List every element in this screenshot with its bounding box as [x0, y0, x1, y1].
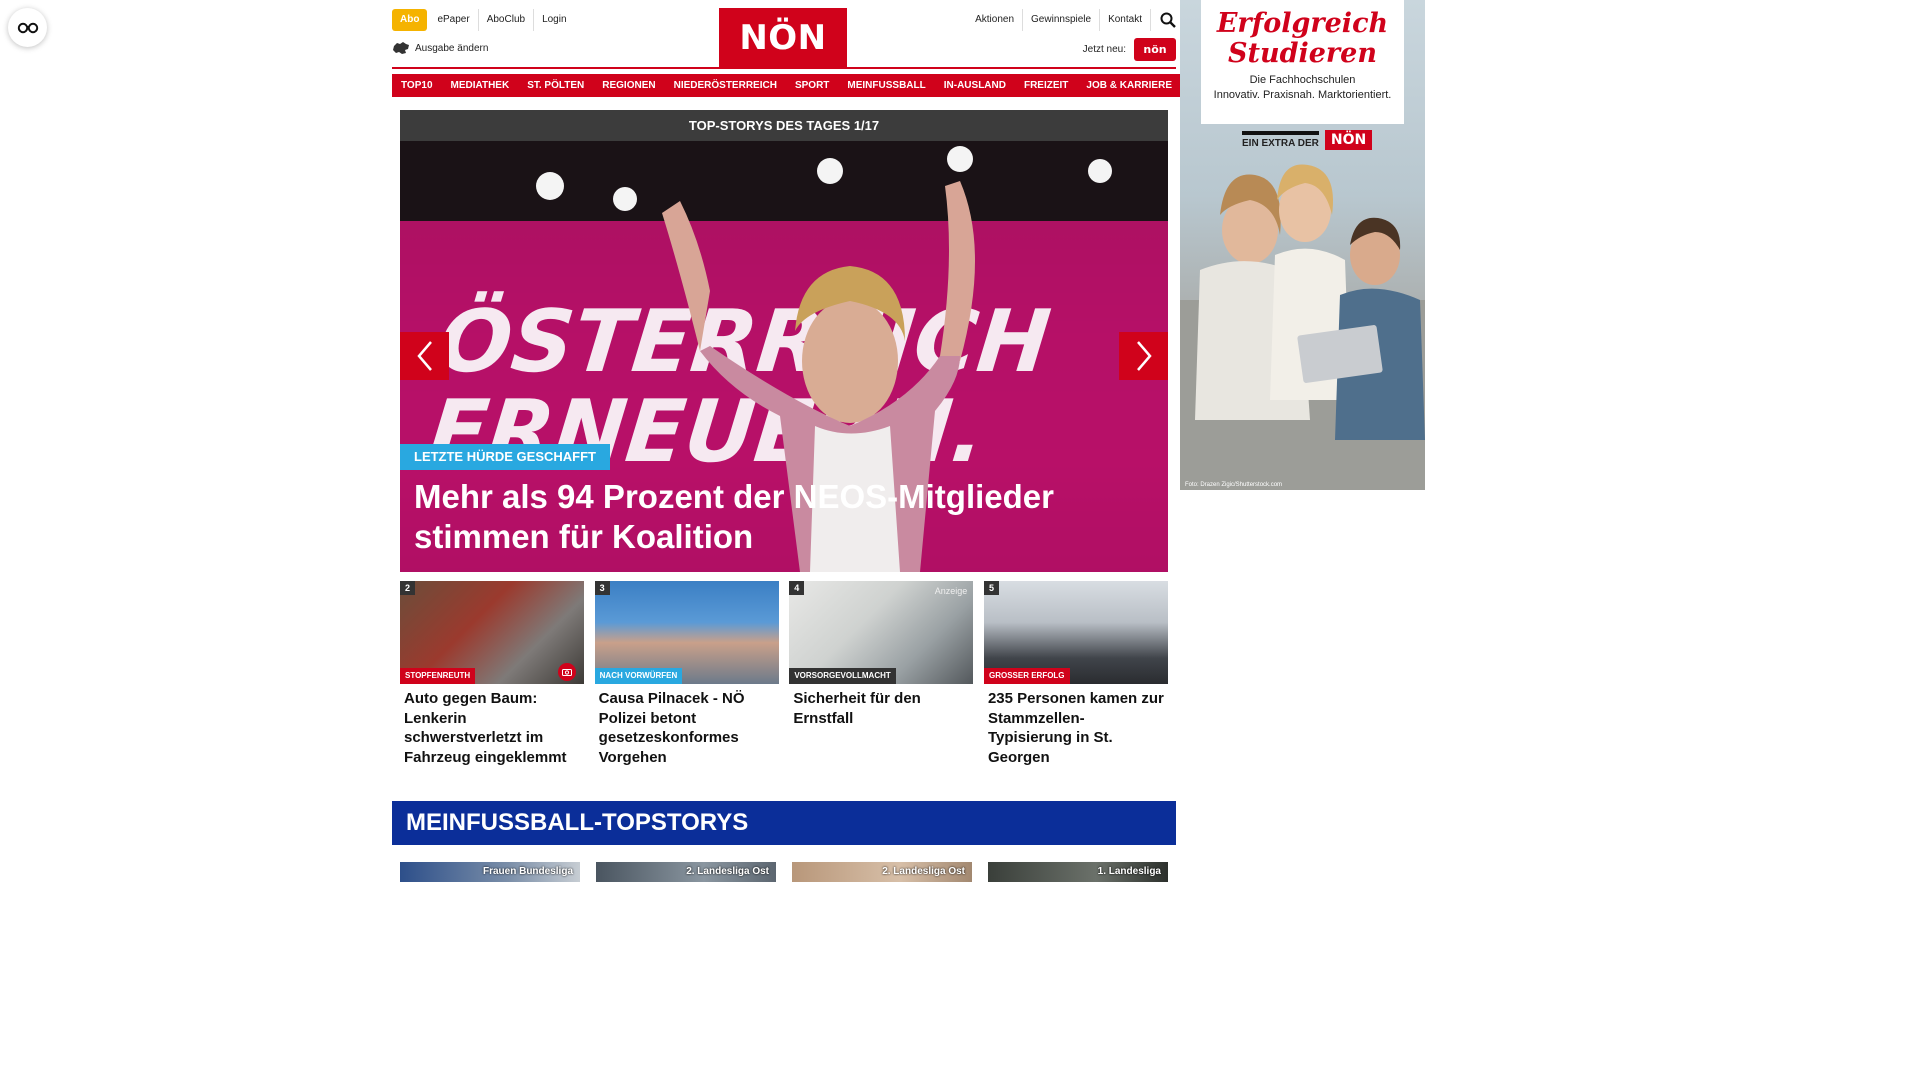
story-number: 5 [983, 581, 999, 595]
story-title[interactable]: Sicherheit für den Ernstfall [789, 684, 973, 728]
nav-item-niederoesterreich[interactable]: NIEDERÖSTERREICH [664, 74, 786, 97]
story-tag: GROSSER ERFOLG [983, 668, 1070, 684]
top-stories-header: TOP-STORYS DES TAGES 1/17 [400, 110, 1168, 141]
nav-item-meinfussball[interactable]: MEINFUSSBALL [838, 74, 935, 97]
story-card[interactable]: 4 Anzeige VORSORGEVOLLMACHT Sicherheit f… [789, 581, 974, 771]
nav-item-st-poelten[interactable]: ST. PÖLTEN [518, 74, 594, 97]
ausgabe-aendern-link[interactable]: Ausgabe ändern [392, 41, 488, 55]
story-image: 3 NACH VORWÜRFEN [594, 581, 779, 684]
reader-mode-button[interactable] [8, 8, 47, 47]
nav-item-job-karriere[interactable]: JOB & KARRIERE [1077, 74, 1181, 97]
nav-item-mediathek[interactable]: MEDIATHEK [441, 74, 519, 97]
ad-title-line2: Studieren [1228, 38, 1377, 69]
league-label: 2. Landesliga Ost [686, 866, 769, 877]
lower-austria-map-icon [393, 42, 409, 54]
chevron-left-icon [416, 341, 432, 371]
story-tag: NACH VORWÜRFEN [594, 668, 683, 684]
story-title[interactable]: Auto gegen Baum: Lenkerin schwerstverlet… [400, 684, 584, 767]
ausgabe-label: Ausgabe ändern [415, 42, 489, 54]
league-label: 2. Landesliga Ost [882, 866, 965, 877]
jetzt-neu-badge[interactable]: nön [1134, 38, 1176, 61]
ad-subtitle-line1: Die Fachhochschulen [1249, 74, 1356, 86]
gallery-badge [558, 663, 576, 681]
jetzt-neu: Jetzt neu: nön [1083, 38, 1176, 61]
main-container: Abo ePaper AboClub Login Ausgabe ändern … [392, 0, 1181, 882]
ad-extra-logo: NÖN [1324, 130, 1373, 150]
story-number: 4 [789, 581, 805, 595]
story-tag: VORSORGEVOLLMACHT [789, 668, 896, 684]
meinfussball-story[interactable]: 2. Landesliga Ost [792, 862, 972, 882]
top-right-links: Aktionen Gewinnspiele Kontakt [965, 9, 1176, 31]
meinfussball-story[interactable]: Frauen Bundesliga [400, 862, 580, 882]
kontakt-link[interactable]: Kontakt [1099, 9, 1150, 31]
story-number: 2 [400, 581, 415, 595]
story-card[interactable]: 5 GROSSER ERFOLG 235 Personen kamen zur … [983, 581, 1168, 771]
league-label: 1. Landesliga [1097, 866, 1161, 877]
story-card[interactable]: 2 STOPFENREUTH Auto gegen Baum: Lenkerin… [400, 581, 584, 771]
nav-item-in-ausland[interactable]: IN-AUSLAND [934, 74, 1015, 97]
top-left-links: Abo ePaper AboClub Login [392, 9, 575, 31]
story-card[interactable]: 3 NACH VORWÜRFEN Causa Pilnacek - NÖ Pol… [594, 581, 779, 771]
header-divider [392, 67, 1176, 69]
meinfussball-stories: Frauen Bundesliga 2. Landesliga Ost 2. L… [400, 862, 1168, 882]
story-image: 2 STOPFENREUTH [400, 581, 584, 684]
ad-extra-label: EIN EXTRA DER [1242, 131, 1319, 149]
epaper-link[interactable]: ePaper [429, 9, 477, 31]
glasses-icon [17, 22, 38, 33]
hero-slide[interactable]: ÖSTERREICH ERNEUERN. LETZTE HÜRDE GESCHA… [400, 141, 1168, 572]
aktionen-link[interactable]: Aktionen [967, 9, 1022, 31]
ad-photo-credit: Foto: Drazen Zigic/Shutterstock.com [1185, 482, 1283, 488]
meinfussball-story[interactable]: 1. Landesliga [988, 862, 1168, 882]
ad-headline-box: Erfolgreich Studieren Die Fachhochschule… [1201, 0, 1404, 124]
ad-subtitle-line2: Innovativ. Praxisnah. Marktorientiert. [1213, 89, 1392, 101]
chevron-right-icon [1136, 341, 1152, 371]
story-cards: 2 STOPFENREUTH Auto gegen Baum: Lenkerin… [400, 581, 1168, 771]
league-label: Frauen Bundesliga [482, 866, 573, 877]
ad-extra-badge: EIN EXTRA DER NÖN [1242, 130, 1373, 150]
hero-title[interactable]: Mehr als 94 Prozent der NEOS-Mitglieder … [414, 477, 1154, 557]
search-button[interactable] [1150, 9, 1176, 31]
advertisement-banner[interactable]: Erfolgreich Studieren Die Fachhochschule… [1180, 0, 1425, 490]
story-number: 3 [594, 581, 610, 595]
abo-button[interactable]: Abo [392, 9, 428, 31]
slider-next-button[interactable] [1119, 332, 1168, 380]
meinfussball-story[interactable]: 2. Landesliga Ost [596, 862, 776, 882]
story-title[interactable]: Causa Pilnacek - NÖ Polizei betont geset… [595, 684, 779, 767]
nav-item-top10[interactable]: TOP10 [392, 74, 442, 97]
hero-tag: LETZTE HÜRDE GESCHAFFT [400, 444, 610, 470]
aboclub-link[interactable]: AboClub [477, 9, 533, 31]
story-image: 4 Anzeige VORSORGEVOLLMACHT [789, 581, 974, 684]
meinfussball-heading[interactable]: MEINFUSSBALL-TOPSTORYS [392, 801, 1176, 845]
story-title[interactable]: 235 Personen kamen zur Stammzellen-Typis… [984, 684, 1168, 767]
story-tag: STOPFENREUTH [400, 668, 476, 684]
camera-icon [562, 669, 572, 676]
search-icon [1160, 12, 1176, 28]
login-link[interactable]: Login [533, 9, 574, 31]
story-image: 5 GROSSER ERFOLG [983, 581, 1168, 684]
nav-item-regionen[interactable]: REGIONEN [593, 74, 665, 97]
ad-title-line1: Erfolgreich [1216, 8, 1389, 39]
nav-item-sport[interactable]: SPORT [785, 74, 839, 97]
gewinnspiele-link[interactable]: Gewinnspiele [1022, 9, 1099, 31]
slider-prev-button[interactable] [400, 332, 449, 380]
nav-item-freizeit[interactable]: FREIZEIT [1014, 74, 1078, 97]
top-bar: Abo ePaper AboClub Login Ausgabe ändern … [392, 0, 1176, 70]
jetzt-neu-label: Jetzt neu: [1082, 44, 1126, 55]
anzeige-label: Anzeige [934, 586, 968, 596]
main-nav: TOP10 MEDIATHEK ST. PÖLTEN REGIONEN NIED… [392, 74, 1181, 97]
noen-logo[interactable]: NÖN [719, 8, 847, 68]
